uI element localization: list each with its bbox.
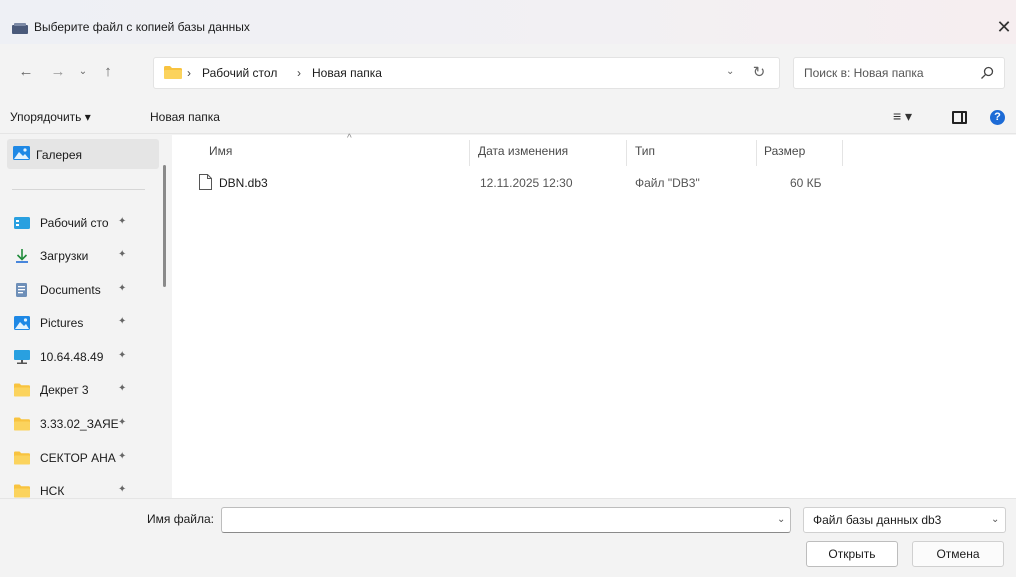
preview-pane-button[interactable] <box>952 111 967 124</box>
column-divider[interactable] <box>469 140 470 166</box>
nav-divider <box>12 189 145 190</box>
nav-item-pictures[interactable]: Pictures ✦ <box>0 308 132 340</box>
nav-item-folder-nsk[interactable]: НСК ✦ <box>0 476 132 498</box>
folder-icon <box>164 66 182 79</box>
pin-icon[interactable]: ✦ <box>118 417 126 428</box>
file-name: DBN.db3 <box>219 176 268 190</box>
folder-icon <box>14 417 30 431</box>
nav-item-documents[interactable]: Documents ✦ <box>0 275 132 307</box>
breadcrumb-separator: › <box>187 66 191 80</box>
view-options-button[interactable]: ≡ ▾ <box>893 108 912 125</box>
pin-icon[interactable]: ✦ <box>118 216 126 227</box>
nav-item-label: Pictures <box>40 316 84 330</box>
gallery-icon <box>13 146 30 160</box>
cancel-button[interactable]: Отмена <box>912 541 1004 567</box>
nav-item-label: Декрет 3 <box>40 383 89 397</box>
search-box[interactable] <box>793 57 1005 89</box>
column-divider[interactable] <box>626 140 627 166</box>
column-header-size[interactable]: Размер <box>764 144 805 158</box>
search-input[interactable] <box>804 64 969 82</box>
file-type-select[interactable]: Файл базы данных db3 ⌄ <box>803 507 1006 533</box>
breadcrumb-new-folder[interactable]: Новая папка <box>312 66 382 80</box>
navigation-pane: Галерея Рабочий сто ✦ Загрузки ✦ Documen… <box>0 135 172 498</box>
up-button[interactable]: ↑ <box>97 61 119 83</box>
recent-locations-button[interactable]: ⌄ <box>72 61 94 83</box>
file-type: Файл "DB3" <box>635 176 700 190</box>
pin-icon[interactable]: ✦ <box>118 316 126 327</box>
window-title: Выберите файл с копией базы данных <box>34 20 250 34</box>
pin-icon[interactable]: ✦ <box>118 249 126 260</box>
address-bar[interactable]: › Рабочий стол › Новая папка ⌄ <box>153 57 780 89</box>
pin-icon[interactable]: ✦ <box>118 350 126 361</box>
network-drive-icon <box>14 350 30 364</box>
column-header-type[interactable]: Тип <box>635 144 655 158</box>
filename-combobox[interactable]: ⌄ <box>221 507 791 533</box>
app-icon <box>12 23 28 34</box>
filename-label: Имя файла: <box>147 512 214 526</box>
close-button[interactable]: ✕ <box>994 15 1014 39</box>
file-modified: 12.11.2025 12:30 <box>480 176 573 190</box>
pin-icon[interactable]: ✦ <box>118 283 126 294</box>
chevron-down-icon: ⌄ <box>991 514 1000 525</box>
downloads-icon <box>16 249 28 263</box>
documents-icon <box>16 283 27 297</box>
open-button[interactable]: Открыть <box>806 541 898 567</box>
back-button[interactable]: ← <box>15 61 37 83</box>
breadcrumb-desktop[interactable]: Рабочий стол <box>202 66 277 80</box>
nav-item-label: Галерея <box>36 148 83 162</box>
search-icon <box>981 66 994 79</box>
sort-ascending-icon: ^ <box>347 133 352 144</box>
pin-icon[interactable]: ✦ <box>118 451 126 462</box>
nav-item-label: Documents <box>40 283 101 297</box>
organize-button[interactable]: Упорядочить ▾ <box>10 110 91 124</box>
folder-icon <box>14 451 30 465</box>
nav-pane-scrollbar[interactable] <box>163 165 166 287</box>
nav-item-gallery[interactable]: Галерея <box>7 139 159 169</box>
column-divider[interactable] <box>842 140 843 166</box>
refresh-button[interactable]: ↻ <box>745 59 773 87</box>
new-folder-button[interactable]: Новая папка <box>150 110 220 124</box>
file-type-value: Файл базы данных db3 <box>813 513 942 527</box>
nav-item-network[interactable]: 10.64.48.49 ✦ <box>0 342 132 374</box>
nav-item-downloads[interactable]: Загрузки ✦ <box>0 241 132 273</box>
chevron-down-icon[interactable]: ⌄ <box>777 514 785 525</box>
table-row[interactable]: DBN.db3 12.11.2025 12:30 Файл "DB3" 60 К… <box>186 170 846 196</box>
help-button[interactable]: ? <box>990 110 1005 125</box>
desktop-icon <box>14 217 30 229</box>
pictures-icon <box>14 316 30 330</box>
folder-icon <box>14 383 30 397</box>
forward-button[interactable]: → <box>47 61 69 83</box>
nav-item-folder-dekret[interactable]: Декрет 3 ✦ <box>0 375 132 407</box>
nav-item-label: СЕКТОР АНА <box>40 451 116 465</box>
folder-icon <box>14 484 30 498</box>
nav-item-label: Рабочий сто <box>40 216 109 230</box>
column-divider[interactable] <box>756 140 757 166</box>
nav-item-desktop[interactable]: Рабочий сто ✦ <box>0 208 132 240</box>
file-size: 60 КБ <box>790 176 822 190</box>
nav-item-label: Загрузки <box>40 249 89 263</box>
chevron-down-icon[interactable]: ⌄ <box>726 66 734 77</box>
pin-icon[interactable]: ✦ <box>118 383 126 394</box>
column-header-name[interactable]: Имя <box>209 144 232 158</box>
nav-item-folder-sektor[interactable]: СЕКТОР АНА ✦ <box>0 443 132 475</box>
pin-icon[interactable]: ✦ <box>118 484 126 495</box>
file-icon <box>199 174 212 190</box>
nav-item-label: 10.64.48.49 <box>40 350 104 364</box>
nav-item-label: 3.33.02_ЗАЯЕ <box>40 417 119 431</box>
column-header-date[interactable]: Дата изменения <box>478 144 568 158</box>
breadcrumb-separator: › <box>297 66 301 80</box>
nav-item-label: НСК <box>40 484 65 498</box>
nav-item-folder-3-33-02[interactable]: 3.33.02_ЗАЯЕ ✦ <box>0 409 132 441</box>
filename-input[interactable] <box>228 512 748 528</box>
file-list: ^ Имя Дата изменения Тип Размер DBN.db3 … <box>172 133 1016 498</box>
